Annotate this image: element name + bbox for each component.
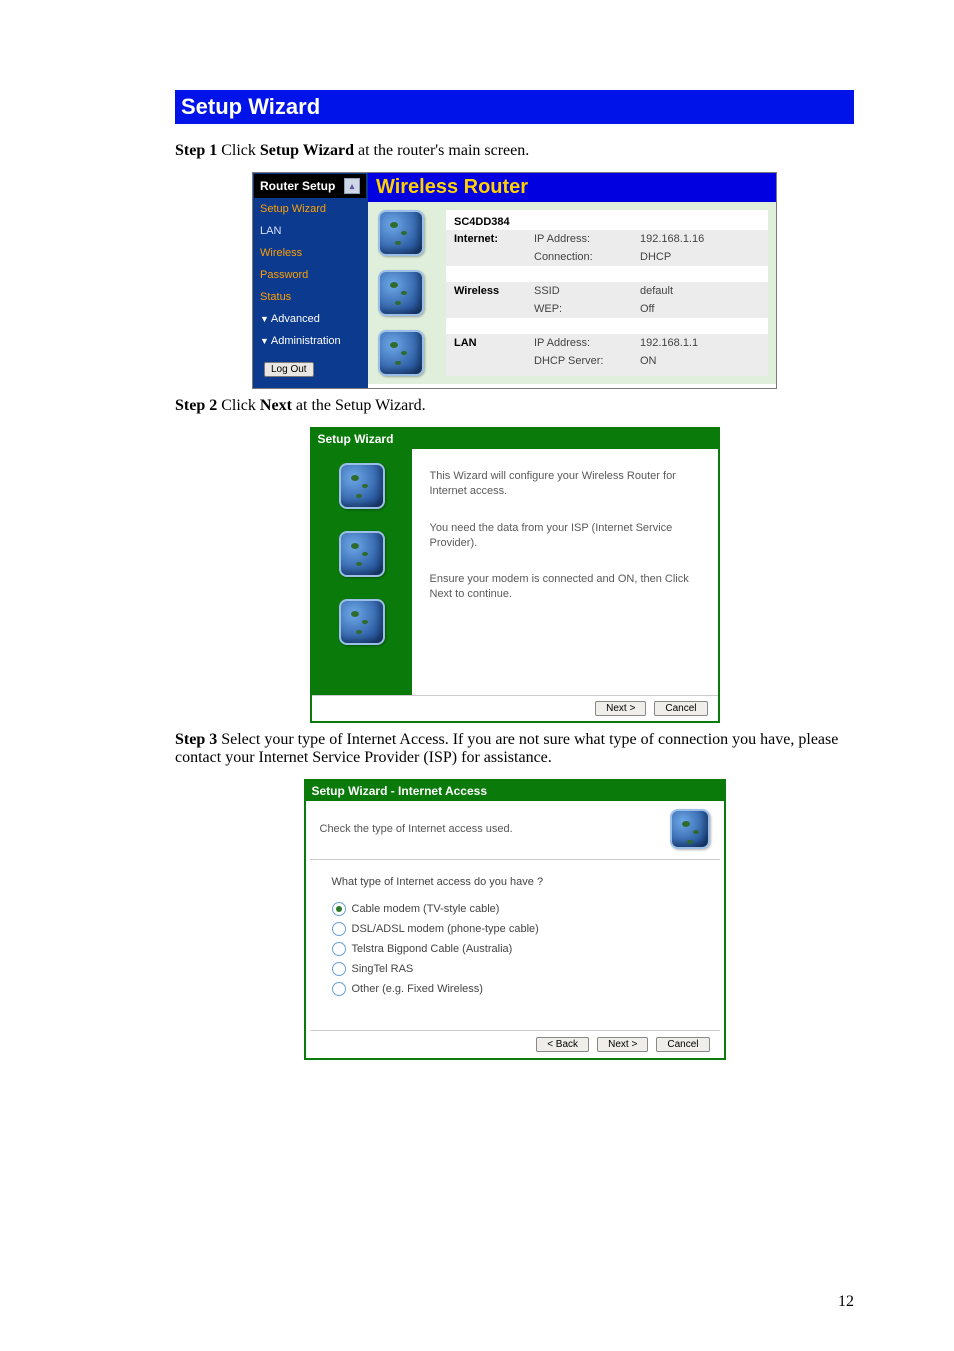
- wizard-p2: You need the data from your ISP (Interne…: [430, 521, 700, 551]
- page-number: 12: [838, 1293, 854, 1311]
- step-2-mid: Click: [217, 397, 260, 414]
- option-cable-label: Cable modem (TV-style cable): [352, 903, 500, 915]
- row-lan-v1: 192.168.1.1: [632, 334, 768, 352]
- step-2: Step 2 Click Next at the Setup Wizard.: [175, 397, 854, 415]
- nav-lan[interactable]: LAN: [254, 220, 366, 242]
- wizard-next-button[interactable]: Next >: [595, 701, 646, 716]
- nav-advanced-label: Advanced: [271, 313, 320, 325]
- radio-icon: [332, 942, 346, 956]
- nav-setup-wizard[interactable]: Setup Wizard: [254, 198, 366, 220]
- row-lan-v2: ON: [632, 352, 768, 370]
- row-lan-k1: IP Address:: [526, 334, 632, 352]
- access-back-button[interactable]: < Back: [536, 1037, 589, 1052]
- radio-icon: [332, 922, 346, 936]
- row-wireless-head: Wireless: [446, 282, 526, 300]
- row-internet-v1: 192.168.1.16: [632, 230, 768, 248]
- step-2-bold: Next: [260, 397, 292, 414]
- nav-password[interactable]: Password: [254, 264, 366, 286]
- row-lan-k2: DHCP Server:: [526, 352, 632, 370]
- access-head: Setup Wizard - Internet Access: [306, 781, 724, 801]
- row-internet-v2: DHCP: [632, 248, 768, 266]
- row-wireless-k1: SSID: [526, 282, 632, 300]
- access-screenshot: Setup Wizard - Internet Access Check the…: [304, 779, 726, 1060]
- row-wireless-k2: WEP:: [526, 300, 632, 318]
- sidebar-title-text: Router Setup: [260, 179, 335, 193]
- radio-icon: [332, 982, 346, 996]
- main-title: Wireless Router: [368, 173, 776, 202]
- row-internet-head: Internet:: [446, 230, 526, 248]
- wizard-p1: This Wizard will configure your Wireless…: [430, 469, 700, 499]
- step-1: Step 1 Click Setup Wizard at the router'…: [175, 142, 854, 160]
- nav-advanced[interactable]: ▼Advanced: [254, 308, 366, 330]
- globe-icon: [339, 599, 385, 645]
- access-question: What type of Internet access do you have…: [332, 876, 698, 888]
- scroll-up-icon[interactable]: ▴: [344, 178, 360, 194]
- option-cable[interactable]: Cable modem (TV-style cable): [332, 902, 698, 916]
- globe-icon: [378, 210, 424, 256]
- globe-icon: [670, 809, 710, 849]
- option-singtel[interactable]: SingTel RAS: [332, 962, 698, 976]
- radio-icon: [332, 902, 346, 916]
- nav-administration[interactable]: ▼Administration: [254, 330, 366, 352]
- nav-admin-label: Administration: [271, 335, 341, 347]
- wizard-p3: Ensure your modem is connected and ON, t…: [430, 572, 700, 602]
- router-screenshot: Router Setup ▴ Setup Wizard LAN Wireless…: [252, 172, 777, 389]
- step-3-label: Step 3: [175, 731, 217, 748]
- logout-button[interactable]: Log Out: [264, 362, 314, 377]
- step-1-bold: Setup Wizard: [260, 142, 354, 159]
- step-1-suffix: at the router's main screen.: [354, 142, 529, 159]
- row-wireless-v2: Off: [632, 300, 768, 318]
- globe-icon: [378, 270, 424, 316]
- row-internet-k1: IP Address:: [526, 230, 632, 248]
- status-table: Internet:IP Address:192.168.1.16 Connect…: [446, 230, 768, 370]
- access-next-button[interactable]: Next >: [597, 1037, 648, 1052]
- row-internet-k2: Connection:: [526, 248, 632, 266]
- option-singtel-label: SingTel RAS: [352, 963, 414, 975]
- wizard-cancel-button[interactable]: Cancel: [654, 701, 707, 716]
- option-other-label: Other (e.g. Fixed Wireless): [352, 983, 483, 995]
- step-3: Step 3 Select your type of Internet Acce…: [175, 731, 854, 767]
- option-dsl[interactable]: DSL/ADSL modem (phone-type cable): [332, 922, 698, 936]
- step-3-text: Select your type of Internet Access. If …: [175, 731, 838, 766]
- chevron-down-icon: ▼: [260, 314, 269, 324]
- access-check-text: Check the type of Internet access used.: [320, 823, 513, 835]
- device-id: SC4DD384: [446, 210, 768, 230]
- globe-icon: [378, 330, 424, 376]
- nav-status[interactable]: Status: [254, 286, 366, 308]
- nav-wireless[interactable]: Wireless: [254, 242, 366, 264]
- option-other[interactable]: Other (e.g. Fixed Wireless): [332, 982, 698, 996]
- wizard-screenshot: Setup Wizard This Wizard will configure …: [310, 427, 720, 723]
- section-title: Setup Wizard: [175, 90, 854, 124]
- option-telstra[interactable]: Telstra Bigpond Cable (Australia): [332, 942, 698, 956]
- globe-icon: [339, 463, 385, 509]
- option-dsl-label: DSL/ADSL modem (phone-type cable): [352, 923, 539, 935]
- step-2-label: Step 2: [175, 397, 217, 414]
- globe-icon: [339, 531, 385, 577]
- sidebar-title: Router Setup ▴: [254, 174, 366, 198]
- radio-icon: [332, 962, 346, 976]
- row-lan-head: LAN: [446, 334, 526, 352]
- chevron-down-icon: ▼: [260, 336, 269, 346]
- step-2-suffix: at the Setup Wizard.: [292, 397, 426, 414]
- row-wireless-v1: default: [632, 282, 768, 300]
- option-telstra-label: Telstra Bigpond Cable (Australia): [352, 943, 513, 955]
- step-1-label: Step 1: [175, 142, 217, 159]
- wizard-head: Setup Wizard: [312, 429, 718, 449]
- step-1-mid: Click: [217, 142, 260, 159]
- access-cancel-button[interactable]: Cancel: [656, 1037, 709, 1052]
